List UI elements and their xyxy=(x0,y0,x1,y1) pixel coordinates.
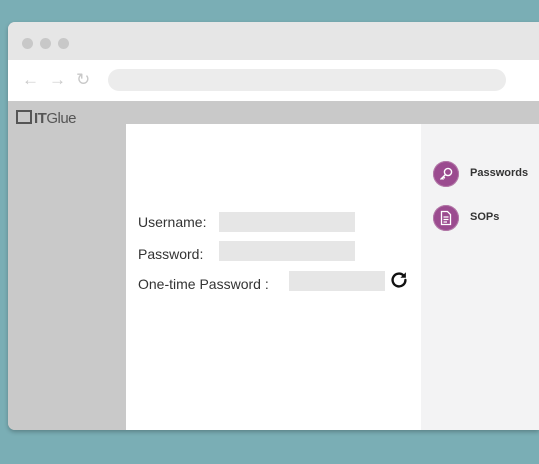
window-maximize-dot[interactable] xyxy=(58,38,69,49)
browser-window: ← → ↻ ITGlue Username: Password: One-tim… xyxy=(8,22,539,430)
otp-input[interactable] xyxy=(289,271,385,291)
username-label: Username: xyxy=(138,214,207,230)
browser-toolbar: ← → ↻ xyxy=(8,60,539,101)
key-icon xyxy=(433,161,459,187)
forward-arrow-icon[interactable]: → xyxy=(49,68,66,92)
window-titlebar xyxy=(8,22,539,60)
back-arrow-icon[interactable]: ← xyxy=(22,68,39,92)
password-label: Password: xyxy=(138,246,204,262)
window-close-dot[interactable] xyxy=(22,38,33,49)
address-bar[interactable] xyxy=(108,69,506,91)
otp-label: One-time Password : xyxy=(138,276,269,292)
logo-mark-icon xyxy=(16,110,32,124)
sidebar-item-label: SOPs xyxy=(470,211,500,223)
login-panel: Username: Password: One-time Password : xyxy=(126,124,421,430)
password-input[interactable] xyxy=(219,241,355,261)
username-input[interactable] xyxy=(219,212,355,232)
left-sidebar: ITGlue xyxy=(8,101,126,430)
window-minimize-dot[interactable] xyxy=(40,38,51,49)
itglue-logo: ITGlue xyxy=(16,109,77,127)
refresh-otp-icon[interactable] xyxy=(388,269,410,291)
reload-icon[interactable]: ↻ xyxy=(76,68,90,92)
sidebar-item-label: Passwords xyxy=(470,167,529,179)
document-icon xyxy=(433,205,459,231)
right-sidebar: Passwords SOPs xyxy=(421,124,539,430)
